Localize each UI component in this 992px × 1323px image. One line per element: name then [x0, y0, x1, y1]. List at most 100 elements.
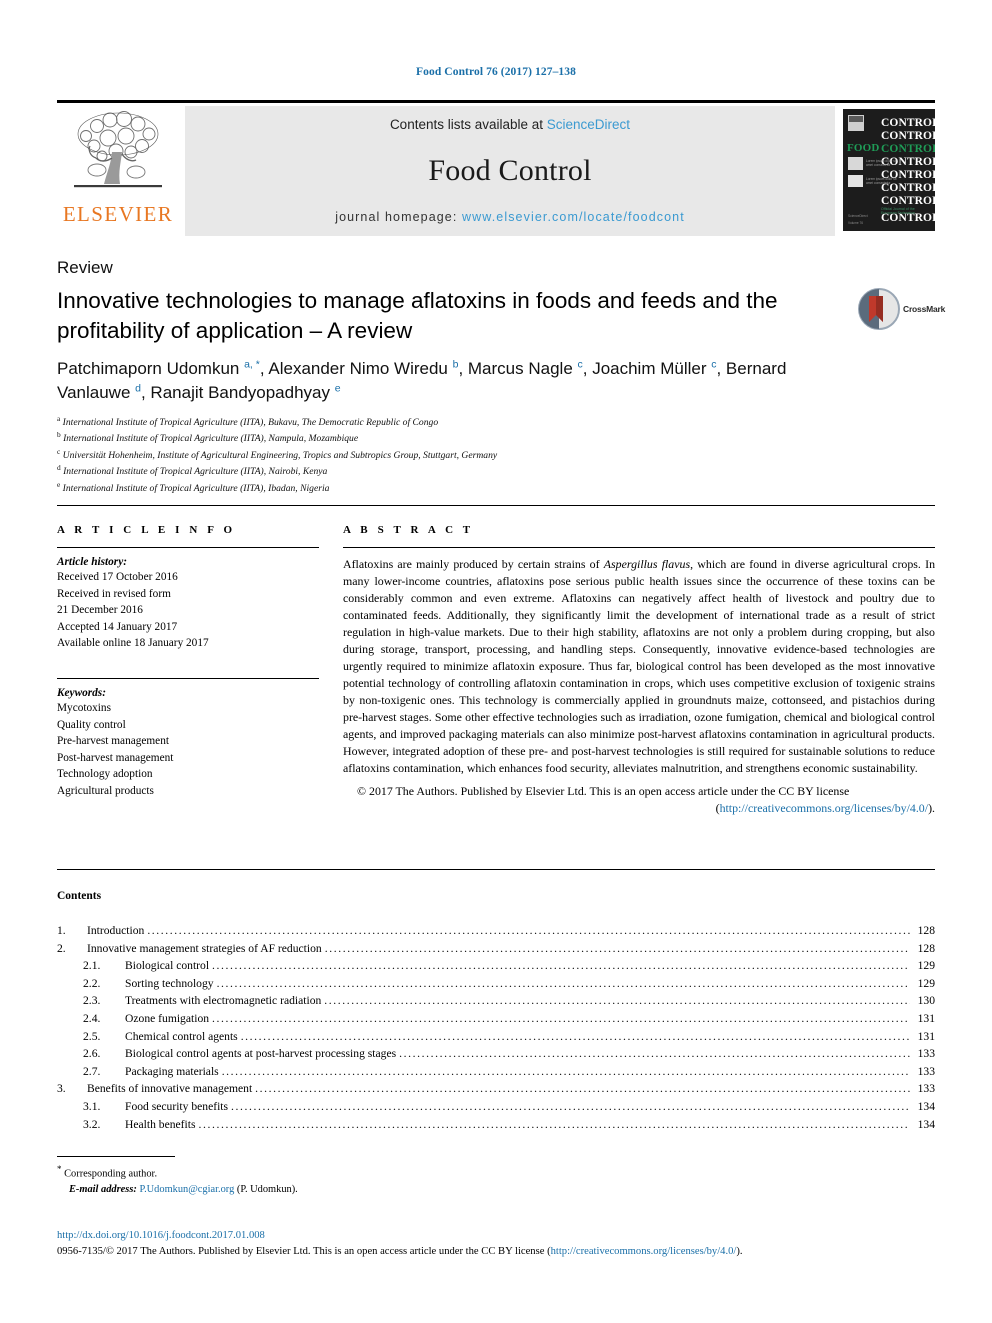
toc-entry-number: 2.2. [83, 976, 101, 990]
crossmark-icon [858, 288, 900, 330]
toc-entry[interactable]: 2.1. Biological control..................… [57, 957, 935, 975]
article-history-line: Accepted 14 January 2017 [57, 620, 178, 633]
svg-text:amet consectetur: amet consectetur [866, 181, 891, 185]
abstract-rule-bottom [57, 869, 935, 870]
toc-entry[interactable]: 2.3. Treatments with electromagnetic radi… [57, 992, 935, 1010]
toc-entry[interactable]: 3.2. Health benefits.....................… [57, 1116, 935, 1134]
keywords-divider [57, 677, 319, 679]
svg-text:CONTROL: CONTROL [881, 143, 935, 155]
abstract-license-line: (http://creativecommons.org/licenses/by/… [343, 800, 935, 817]
issn-suffix: ). [736, 1246, 743, 1258]
article-history-line: 21 December 2016 [57, 604, 143, 617]
license-close-paren: ). [928, 801, 935, 816]
toc-entry-number: 3.2. [83, 1117, 101, 1131]
journal-cover-image: FOOD CONTROL CONTROL CONTROL CONTROL CON… [843, 109, 940, 231]
elsevier-logo: ELSEVIER [57, 106, 179, 236]
toc-entry-number: 2.6. [83, 1047, 101, 1061]
email-line: E-mail address: P.Udomkun@cgiar.org (P. … [57, 1182, 557, 1198]
toc-entry-label: Introduction [87, 924, 145, 937]
keyword-item: Quality control [57, 718, 126, 731]
toc-entry-label: Ozone fumigation [125, 1012, 210, 1026]
article-history-line: Received in revised form [57, 587, 171, 600]
footer-cc-license-link[interactable]: http://creativecommons.org/licenses/by/4… [551, 1246, 737, 1257]
affiliation-item: d International Institute of Tropical Ag… [57, 463, 877, 479]
sciencedirect-link[interactable]: ScienceDirect [547, 117, 630, 132]
elsevier-wordmark: ELSEVIER [62, 202, 174, 226]
keyword-item: Agricultural products [57, 784, 154, 797]
svg-text:European Federation: European Federation [881, 211, 915, 215]
toc-entry-label: Treatments with electromagnetic radiatio… [125, 994, 322, 1008]
affiliation-item: e International Institute of Tropical Ag… [57, 480, 877, 496]
article-info-heading: A R T I C L E I N F O [57, 524, 236, 536]
toc-entry-page: 133 [917, 1082, 935, 1096]
running-head: Food Control 76 (2017) 127–138 [416, 66, 576, 78]
abstract-column: A B S T R A C T Aflatoxins are mainly pr… [343, 524, 935, 817]
toc-entry[interactable]: 3.1. Food security benefits..............… [57, 1098, 935, 1116]
toc-entry[interactable]: 2.5. Chemical control agents.............… [57, 1028, 935, 1046]
toc-entry-label: Sorting technology [125, 976, 214, 990]
toc-entry[interactable]: 2.6. Biological control agents at post-ha… [57, 1045, 935, 1063]
abstract-copyright: © 2017 The Authors. Published by Elsevie… [357, 784, 850, 799]
crossmark-label: CrossMark [903, 304, 946, 314]
affiliation-text: International Institute of Tropical Agri… [60, 466, 328, 478]
abstract-heading: A B S T R A C T [343, 524, 474, 536]
toc-entry[interactable]: 3. Benefits of innovative management.....… [57, 1080, 935, 1098]
toc-leader-dots: ........................................… [399, 1047, 910, 1061]
journal-masthead: ELSEVIER Contents lists available at Sci… [57, 100, 940, 236]
toc-entry[interactable]: 2.2. Sorting technology..................… [57, 975, 935, 993]
toc-entry-number: 2.4. [83, 1012, 101, 1026]
svg-text:CONTROL: CONTROL [881, 117, 935, 129]
article-first-page: Food Control 76 (2017) 127–138 ELSEVIER … [0, 0, 992, 1323]
toc-entry-label: Innovative management strategies of AF r… [87, 941, 322, 955]
keyword-item: Pre-harvest management [57, 735, 169, 748]
email-link[interactable]: P.Udomkun@cgiar.org [139, 1184, 234, 1195]
info-rule-top [57, 505, 935, 506]
toc-entry[interactable]: 2. Innovative management strategies of AF… [57, 940, 935, 958]
toc-leader-dots: ........................................… [221, 1064, 910, 1078]
article-history-line: Available online 18 January 2017 [57, 637, 209, 650]
contents-available-line: Contents lists available at ScienceDirec… [390, 117, 630, 132]
keyword-item: Mycotoxins [57, 701, 111, 714]
toc-leader-dots: ........................................… [147, 924, 910, 937]
toc-entry-label: Chemical control agents [125, 1029, 238, 1043]
journal-homepage-url[interactable]: www.elsevier.com/locate/foodcont [462, 210, 685, 224]
svg-text:CONTROL: CONTROL [881, 130, 935, 142]
journal-banner: Contents lists available at ScienceDirec… [185, 106, 835, 236]
toc-entry[interactable]: 2.4. Ozone fumigation....................… [57, 1010, 935, 1028]
article-history-lines: Received 17 October 2016 Received in revi… [57, 569, 319, 652]
author-list: Patchimaporn Udomkun a, *, Alexander Nim… [57, 358, 787, 403]
toc-leader-dots: ........................................… [216, 976, 910, 990]
abstract-divider [343, 547, 935, 548]
toc-entry-number: 2.5. [83, 1029, 101, 1043]
toc-entry-page: 133 [917, 1047, 935, 1061]
journal-title: Food Control [428, 154, 592, 187]
toc-leader-dots: ........................................… [255, 1082, 910, 1096]
affiliation-item: b International Institute of Tropical Ag… [57, 430, 877, 446]
affiliation-text: Universität Hohenheim, Institute of Agri… [60, 449, 498, 461]
toc-leader-dots: ........................................… [212, 1012, 910, 1026]
journal-homepage-line: journal homepage: www.elsevier.com/locat… [335, 210, 685, 224]
toc-entry-page: 134 [917, 1117, 935, 1131]
svg-text:FOOD: FOOD [847, 142, 880, 154]
toc-leader-dots: ........................................… [212, 959, 910, 973]
toc-entry-number: 1. [57, 924, 66, 937]
homepage-prefix: journal homepage: [335, 210, 463, 224]
toc-entry-page: 130 [917, 994, 935, 1008]
corresponding-author-label: Corresponding author. [64, 1168, 158, 1180]
keywords-title: Keywords: [57, 686, 106, 699]
contents-prefix: Contents lists available at [389, 117, 547, 132]
toc-entry-label: Packaging materials [125, 1064, 219, 1078]
affiliation-item: a International Institute of Tropical Ag… [57, 414, 877, 430]
doi-link[interactable]: http://dx.doi.org/10.1016/j.foodcont.201… [57, 1228, 935, 1244]
toc-leader-dots: ........................................… [198, 1117, 910, 1131]
article-info-column: A R T I C L E I N F O Article history: R… [57, 524, 319, 800]
toc-entry[interactable]: 2.7. Packaging materials.................… [57, 1063, 935, 1081]
toc-entry[interactable]: 1. Introduction..........................… [57, 922, 935, 940]
affiliation-text: International Institute of Tropical Agri… [60, 482, 330, 494]
toc-entry-label: Biological control [125, 959, 210, 973]
crossmark-badge[interactable]: CrossMark [858, 286, 954, 332]
svg-text:Volume 76: Volume 76 [848, 221, 863, 225]
journal-cover-thumbnail: FOOD CONTROL CONTROL CONTROL CONTROL CON… [843, 109, 940, 231]
cc-license-link[interactable]: http://creativecommons.org/licenses/by/4… [720, 801, 929, 815]
toc-entry-page: 129 [917, 959, 935, 973]
